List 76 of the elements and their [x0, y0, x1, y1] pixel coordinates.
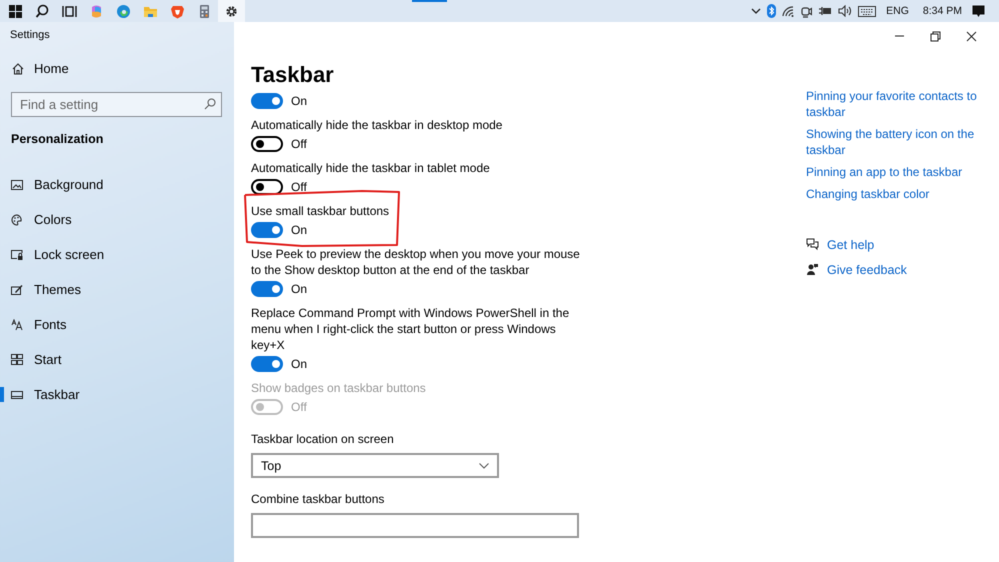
nav-item[interactable]: Fonts: [0, 307, 234, 342]
nav-item[interactable]: Taskbar: [0, 377, 234, 412]
toggle-switch[interactable]: [251, 179, 283, 195]
search-icon: [35, 4, 50, 18]
task-view-icon: [62, 4, 77, 18]
help-link[interactable]: Get help: [827, 238, 874, 252]
setting-label: Show badges on taskbar buttons: [251, 380, 427, 396]
toggle-state: On: [291, 223, 308, 237]
related-link[interactable]: Showing the battery icon on the taskbar: [806, 126, 986, 158]
chevron-down-icon: [479, 462, 489, 468]
keyboard-icon[interactable]: [858, 6, 876, 16]
wifi-icon[interactable]: [782, 6, 794, 16]
screen-lock-icon: [11, 248, 23, 260]
dropdown[interactable]: [251, 513, 579, 538]
related-link[interactable]: Changing taskbar color: [806, 186, 986, 202]
toggle-switch[interactable]: [251, 222, 283, 238]
lion-shield-icon: [170, 4, 185, 18]
related-link[interactable]: Pinning your favorite contacts to taskbar: [806, 88, 986, 120]
taskbar-icon: [11, 388, 23, 400]
toggle-switch[interactable]: [251, 136, 283, 152]
calculator-icon: [197, 4, 212, 18]
clock-time[interactable]: 8:34 PM: [922, 5, 962, 17]
page-title: Taskbar: [251, 62, 335, 89]
toggle-switch[interactable]: [251, 356, 283, 372]
nav-item[interactable]: Lock screen: [0, 237, 234, 272]
brush-screen-icon: [11, 284, 23, 296]
person-feedback-icon: [806, 263, 819, 276]
setting-label: Automatically hide the taskbar in desktop mode: [251, 117, 504, 133]
toggle-switch[interactable]: [251, 93, 283, 109]
toggle-state: On: [291, 357, 308, 371]
search-field[interactable]: Find a setting: [11, 92, 222, 117]
camera-icon[interactable]: [800, 4, 812, 18]
font-letters-icon: [11, 318, 23, 330]
home-link[interactable]: Home: [34, 61, 69, 76]
related-link[interactable]: Pinning an app to the taskbar: [806, 164, 986, 180]
copilot-icon: [89, 4, 104, 18]
start-tiles-icon: [11, 354, 23, 366]
help-link[interactable]: Give feedback: [827, 262, 907, 276]
notification-icon[interactable]: [972, 4, 985, 18]
nav-item[interactable]: Colors: [0, 202, 234, 237]
browser-swirl-icon: [116, 4, 131, 18]
setting-label: Automatically hide the taskbar in tablet mode: [251, 160, 491, 176]
search-icon: [204, 98, 216, 110]
toggle-switch[interactable]: [251, 281, 283, 297]
dropdown[interactable]: Top: [251, 453, 499, 478]
setting-label: Use Peek to preview the desktop when you move your mouse to the Show desktop button at the end of the taskbar: [251, 246, 581, 278]
input-language[interactable]: ENG: [886, 5, 909, 17]
toggle-state: Off: [291, 137, 307, 151]
taskbar-app-button[interactable]: [218, 0, 245, 22]
toggle-state: Off: [291, 180, 307, 194]
chat-bubbles-icon: [806, 238, 819, 251]
window-title: Settings: [9, 28, 51, 43]
restore-icon: [930, 30, 940, 42]
setting-label: Use small taskbar buttons: [251, 203, 390, 219]
windows-logo-icon: [8, 4, 23, 18]
speaker-icon[interactable]: [838, 5, 852, 17]
setting-label: Replace Command Prompt with Windows PowerShell in the menu when I right-click the start button or press Windows key+X: [251, 305, 570, 353]
window-indicator: [412, 0, 447, 2]
picture-frame-icon: [11, 178, 23, 190]
dropdown-value: Top: [261, 458, 282, 472]
palette-icon: [11, 214, 23, 226]
toggle-state: On: [291, 282, 308, 296]
bluetooth-icon[interactable]: [767, 4, 776, 18]
section-heading: Personalization: [10, 131, 104, 148]
setting-label: Combine taskbar buttons: [251, 491, 386, 507]
toggle-state: Off: [291, 400, 307, 414]
toggle-state: On: [291, 94, 308, 108]
nav-item[interactable]: Start: [0, 342, 234, 377]
setting-label: Taskbar location on screen: [251, 431, 395, 447]
settings-icon: [224, 4, 239, 18]
close-icon: [966, 30, 976, 42]
nav-item[interactable]: Background: [0, 167, 234, 202]
nav-item[interactable]: Themes: [0, 272, 234, 307]
battery-plug-icon[interactable]: [818, 6, 832, 16]
chevron-up-icon[interactable]: [751, 8, 762, 14]
home-icon: [12, 62, 24, 74]
